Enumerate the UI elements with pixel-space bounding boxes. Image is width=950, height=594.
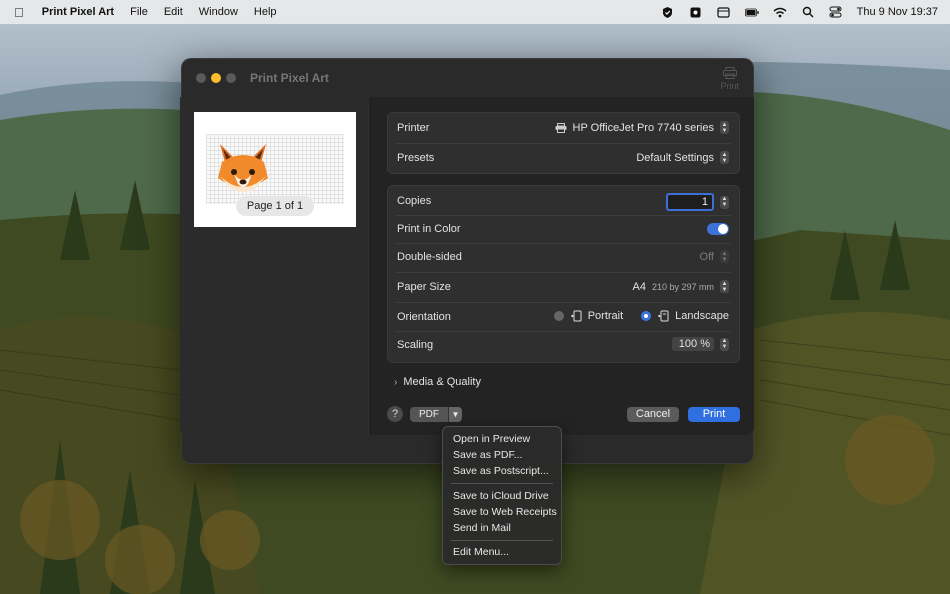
scaling-stepper[interactable]: ▲ ▼ bbox=[720, 337, 729, 351]
apple-icon[interactable]:  bbox=[14, 5, 24, 20]
scaling-input[interactable]: 100 % bbox=[672, 337, 714, 351]
landscape-orientation-icon bbox=[658, 310, 669, 322]
fox-image bbox=[218, 144, 268, 192]
popup-arrows-icon: ▲ ▼ bbox=[720, 151, 729, 164]
duplex-popup[interactable]: Off ▲ ▼ bbox=[700, 250, 729, 263]
landscape-radio[interactable] bbox=[641, 311, 652, 321]
orientation-label: Orientation bbox=[397, 311, 451, 323]
control-center-icon[interactable] bbox=[829, 5, 843, 19]
copies-control: 1 ▲ ▼ bbox=[666, 193, 729, 211]
print-dialog: Page 1 of 1 Printer HP OfficeJet Pro 774… bbox=[180, 97, 754, 435]
presets-row[interactable]: Presets Default Settings ▲ ▼ bbox=[388, 143, 739, 173]
paper-size-dims: 210 by 297 mm bbox=[651, 281, 714, 292]
help-button[interactable]: ? bbox=[387, 406, 403, 422]
popup-arrows-icon: ▲ ▼ bbox=[720, 121, 729, 134]
search-icon[interactable] bbox=[801, 5, 815, 19]
wifi-icon[interactable] bbox=[773, 5, 787, 19]
scaling-label: Scaling bbox=[397, 339, 434, 351]
minimize-button[interactable] bbox=[211, 73, 221, 83]
portrait-radio[interactable] bbox=[553, 311, 564, 321]
printer-value: HP OfficeJet Pro 7740 series bbox=[572, 121, 714, 134]
menu-bar:  Print Pixel Art File Edit Window Help … bbox=[0, 0, 950, 24]
color-control bbox=[707, 223, 729, 235]
portrait-label: Portrait bbox=[587, 310, 624, 322]
presets-label: Presets bbox=[397, 152, 435, 164]
presets-value: Default Settings bbox=[636, 151, 714, 164]
page-preview[interactable]: Page 1 of 1 bbox=[194, 112, 356, 227]
close-button[interactable] bbox=[196, 73, 206, 83]
page-count-badge: Page 1 of 1 bbox=[236, 196, 314, 216]
color-label: Print in Color bbox=[397, 223, 461, 235]
menu-send-in-mail[interactable]: Send in Mail bbox=[453, 522, 511, 534]
chevron-right-icon: › bbox=[394, 377, 398, 388]
menu-save-as-postscript[interactable]: Save as Postscript... bbox=[453, 465, 549, 477]
pixel-grid bbox=[206, 134, 344, 204]
duplex-row: Double-sided Off ▲ ▼ bbox=[388, 242, 739, 272]
pdf-dropdown-menu: Open in Preview Save as PDF... Save as P… bbox=[442, 426, 562, 565]
status-area: Thu 9 Nov 19:37 bbox=[661, 0, 938, 24]
window-title: Print Pixel Art bbox=[250, 71, 329, 85]
printer-icon bbox=[555, 122, 567, 133]
menu-open-in-preview[interactable]: Open in Preview bbox=[453, 433, 530, 445]
media-quality-label: Media & Quality bbox=[403, 376, 481, 388]
menu-save-to-icloud[interactable]: Save to iCloud Drive bbox=[453, 490, 549, 502]
copies-row: Copies 1 ▲ ▼ bbox=[388, 186, 739, 216]
menu-window[interactable]: Window bbox=[199, 6, 238, 18]
window-titlebar[interactable]: Print Pixel Art Print bbox=[182, 59, 753, 99]
paper-size-popup[interactable]: A4 210 by 297 mm ▲ ▼ bbox=[632, 280, 729, 293]
pdf-menu-button[interactable]: PDF ▼ bbox=[410, 407, 462, 422]
printer-icon bbox=[722, 67, 737, 79]
app-status-icon[interactable] bbox=[689, 5, 703, 19]
menu-save-to-web-receipts[interactable]: Save to Web Receipts bbox=[453, 506, 557, 518]
shield-check-icon[interactable] bbox=[661, 5, 675, 19]
menu-edit[interactable]: Edit bbox=[164, 6, 183, 18]
cancel-button[interactable]: Cancel bbox=[627, 407, 679, 422]
portrait-orientation-icon bbox=[570, 310, 582, 322]
printer-popup[interactable]: HP OfficeJet Pro 7740 series ▲ ▼ bbox=[555, 121, 729, 134]
media-quality-disclosure[interactable]: › Media & Quality bbox=[394, 376, 481, 388]
menu-file[interactable]: File bbox=[130, 6, 148, 18]
popup-arrows-icon: ▲ ▼ bbox=[720, 280, 729, 293]
popup-arrows-icon: ▲ ▼ bbox=[720, 250, 729, 263]
color-row: Print in Color bbox=[388, 214, 739, 244]
paper-size-row: Paper Size A4 210 by 297 mm ▲ ▼ bbox=[388, 272, 739, 302]
menubar-clock[interactable]: Thu 9 Nov 19:37 bbox=[857, 6, 938, 18]
dialog-bottom-bar: ? PDF ▼ Cancel Print bbox=[387, 406, 740, 426]
paper-size-label: Paper Size bbox=[397, 281, 451, 293]
pdf-button-label[interactable]: PDF bbox=[410, 407, 448, 422]
menu-divider bbox=[451, 483, 553, 484]
zoom-button[interactable] bbox=[226, 73, 236, 83]
menu-help[interactable]: Help bbox=[254, 6, 277, 18]
copies-stepper[interactable]: ▲ ▼ bbox=[720, 195, 729, 209]
orientation-control: Portrait Landscape bbox=[553, 310, 729, 322]
scaling-row: Scaling 100 % ▲ ▼ bbox=[388, 330, 739, 360]
chevron-down-icon[interactable]: ▼ bbox=[448, 407, 462, 422]
toolbar-print-button[interactable]: Print bbox=[720, 67, 739, 91]
duplex-label: Double-sided bbox=[397, 251, 462, 263]
preview-sidebar: Page 1 of 1 bbox=[180, 97, 371, 435]
menu-edit-menu[interactable]: Edit Menu... bbox=[453, 546, 509, 558]
calendar-icon[interactable] bbox=[717, 5, 731, 19]
toolbar-print-label: Print bbox=[720, 81, 739, 91]
settings-group: Copies 1 ▲ ▼ Print in Color Double-sided … bbox=[387, 185, 740, 363]
presets-popup[interactable]: Default Settings ▲ ▼ bbox=[636, 151, 729, 164]
print-in-color-toggle[interactable] bbox=[707, 223, 729, 235]
battery-icon[interactable] bbox=[744, 5, 759, 19]
duplex-value: Off bbox=[699, 250, 714, 263]
print-button[interactable]: Print bbox=[688, 407, 740, 422]
landscape-label: Landscape bbox=[675, 310, 729, 322]
printer-label: Printer bbox=[397, 122, 430, 134]
printer-group: Printer HP OfficeJet Pro 7740 series ▲ ▼ … bbox=[387, 112, 740, 174]
paper-size-value: A4 bbox=[632, 280, 646, 293]
menu-divider bbox=[451, 540, 553, 541]
scaling-control: 100 % ▲ ▼ bbox=[672, 337, 729, 351]
copies-input[interactable]: 1 bbox=[666, 193, 714, 211]
menu-app-name[interactable]: Print Pixel Art bbox=[42, 6, 114, 18]
copies-label: Copies bbox=[397, 195, 432, 207]
orientation-row: Orientation Portrait Landscape bbox=[388, 302, 739, 332]
printer-row[interactable]: Printer HP OfficeJet Pro 7740 series ▲ ▼ bbox=[388, 113, 739, 143]
menu-save-as-pdf[interactable]: Save as PDF... bbox=[453, 449, 522, 461]
